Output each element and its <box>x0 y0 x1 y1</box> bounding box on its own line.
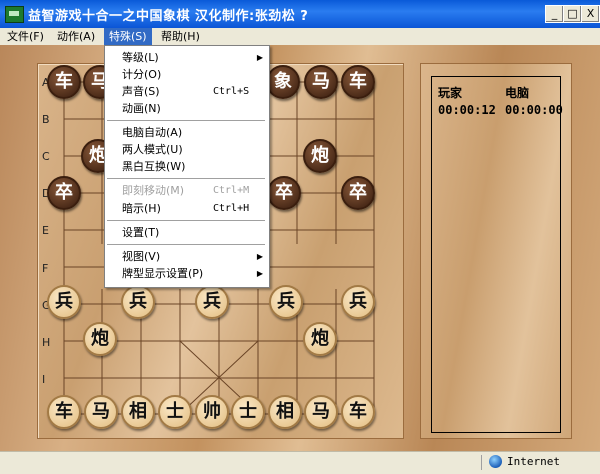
red-piece-soldier[interactable]: 兵 <box>121 285 155 319</box>
menu-action[interactable]: 动作(A) <box>52 28 100 45</box>
window-title: 益智游戏十合一之中国象棋 汉化制作:张劲松 ? <box>28 9 309 24</box>
menu-item-label: 动画(N) <box>122 102 161 115</box>
black-piece-soldier[interactable]: 卒 <box>47 176 81 210</box>
row-label-i: I <box>42 373 46 386</box>
menu-item-settings[interactable]: 设置(T) <box>105 224 269 241</box>
app-icon[interactable] <box>5 6 24 23</box>
status-divider <box>481 455 482 470</box>
menu-item-score[interactable]: 计分(O) <box>105 66 269 83</box>
menu-item-label: 视图(V) <box>122 250 161 263</box>
red-piece-advisor[interactable]: 士 <box>231 395 265 429</box>
menu-item-label: 设置(T) <box>122 226 160 239</box>
computer-label: 电脑 <box>505 86 530 100</box>
red-piece-general[interactable]: 帅 <box>195 395 229 429</box>
red-piece-elephant[interactable]: 相 <box>268 395 302 429</box>
status-zone-label: Internet <box>507 455 560 468</box>
black-piece-chariot[interactable]: 车 <box>341 65 375 99</box>
row-label-h: H <box>42 336 51 349</box>
menu-item-sound[interactable]: 声音(S) Ctrl+S <box>105 83 269 100</box>
menu-item-hint[interactable]: 暗示(H) Ctrl+H <box>105 200 269 217</box>
red-piece-chariot[interactable]: 车 <box>341 395 375 429</box>
menu-item-auto-play[interactable]: 电脑自动(A) <box>105 124 269 141</box>
row-label-b: B <box>42 113 50 126</box>
menu-separator <box>107 120 265 121</box>
player-time: 00:00:12 <box>438 103 496 117</box>
black-piece-horse[interactable]: 马 <box>304 65 338 99</box>
menu-item-shortcut: Ctrl+M <box>213 185 250 196</box>
special-menu-dropdown: 等级(L) ▶ 计分(O) 声音(S) Ctrl+S 动画(N) 电脑自动(A)… <box>104 45 270 288</box>
menu-item-label: 声音(S) <box>122 85 160 98</box>
close-button[interactable]: X <box>581 5 600 23</box>
maximize-button[interactable]: □ <box>563 5 582 23</box>
red-piece-elephant[interactable]: 相 <box>121 395 155 429</box>
menu-special[interactable]: 特殊(S) <box>104 28 152 45</box>
red-piece-advisor[interactable]: 士 <box>158 395 192 429</box>
red-piece-cannon[interactable]: 炮 <box>303 322 337 356</box>
menu-item-label: 两人模式(U) <box>122 143 183 156</box>
menu-item-move-now: 即刻移动(M) Ctrl+M <box>105 182 269 199</box>
title-bar: 益智游戏十合一之中国象棋 汉化制作:张劲松 ? _ □ X <box>0 0 600 28</box>
internet-zone-icon <box>489 455 502 468</box>
red-piece-soldier[interactable]: 兵 <box>47 285 81 319</box>
menu-file[interactable]: 文件(F) <box>2 28 49 45</box>
red-piece-cannon[interactable]: 炮 <box>83 322 117 356</box>
menu-item-label: 暗示(H) <box>122 202 161 215</box>
menu-item-label: 即刻移动(M) <box>122 184 185 197</box>
menu-item-view[interactable]: 视图(V) ▶ <box>105 248 269 265</box>
row-label-e: E <box>42 224 49 237</box>
menu-bar: 文件(F) 动作(A) 特殊(S) 帮助(H) <box>0 28 600 45</box>
menu-separator <box>107 178 265 179</box>
submenu-arrow-icon: ▶ <box>256 269 263 278</box>
row-label-f: F <box>42 262 49 275</box>
menu-item-level[interactable]: 等级(L) ▶ <box>105 49 269 66</box>
menu-item-label: 计分(O) <box>122 68 162 81</box>
red-piece-soldier[interactable]: 兵 <box>269 285 303 319</box>
menu-item-card-display-settings[interactable]: 牌型显示设置(P) ▶ <box>105 265 269 282</box>
black-piece-soldier[interactable]: 卒 <box>267 176 301 210</box>
minimize-button[interactable]: _ <box>545 5 564 23</box>
row-label-c: C <box>42 150 50 163</box>
menu-item-label: 黑白互换(W) <box>122 160 186 173</box>
menu-item-shortcut: Ctrl+H <box>213 203 250 214</box>
menu-separator <box>107 244 265 245</box>
black-piece-chariot[interactable]: 车 <box>47 65 81 99</box>
menu-item-swap-sides[interactable]: 黑白互换(W) <box>105 158 269 175</box>
computer-time: 00:00:00 <box>505 103 563 117</box>
menu-help[interactable]: 帮助(H) <box>156 28 205 45</box>
black-piece-cannon[interactable]: 炮 <box>303 139 337 173</box>
menu-item-label: 牌型显示设置(P) <box>122 267 204 280</box>
red-piece-soldier[interactable]: 兵 <box>341 285 375 319</box>
black-piece-soldier[interactable]: 卒 <box>341 176 375 210</box>
black-piece-elephant[interactable]: 象 <box>266 65 300 99</box>
menu-item-label: 电脑自动(A) <box>122 126 183 139</box>
red-piece-soldier[interactable]: 兵 <box>195 285 229 319</box>
red-piece-horse[interactable]: 马 <box>84 395 118 429</box>
submenu-arrow-icon: ▶ <box>256 53 263 62</box>
menu-separator <box>107 220 265 221</box>
menu-item-label: 等级(L) <box>122 51 159 64</box>
player-label: 玩家 <box>438 86 463 100</box>
submenu-arrow-icon: ▶ <box>256 252 263 261</box>
timer-box <box>431 76 561 433</box>
red-piece-chariot[interactable]: 车 <box>47 395 81 429</box>
red-piece-horse[interactable]: 马 <box>304 395 338 429</box>
menu-item-animation[interactable]: 动画(N) <box>105 100 269 117</box>
menu-item-two-player[interactable]: 两人模式(U) <box>105 141 269 158</box>
menu-item-shortcut: Ctrl+S <box>213 86 250 97</box>
